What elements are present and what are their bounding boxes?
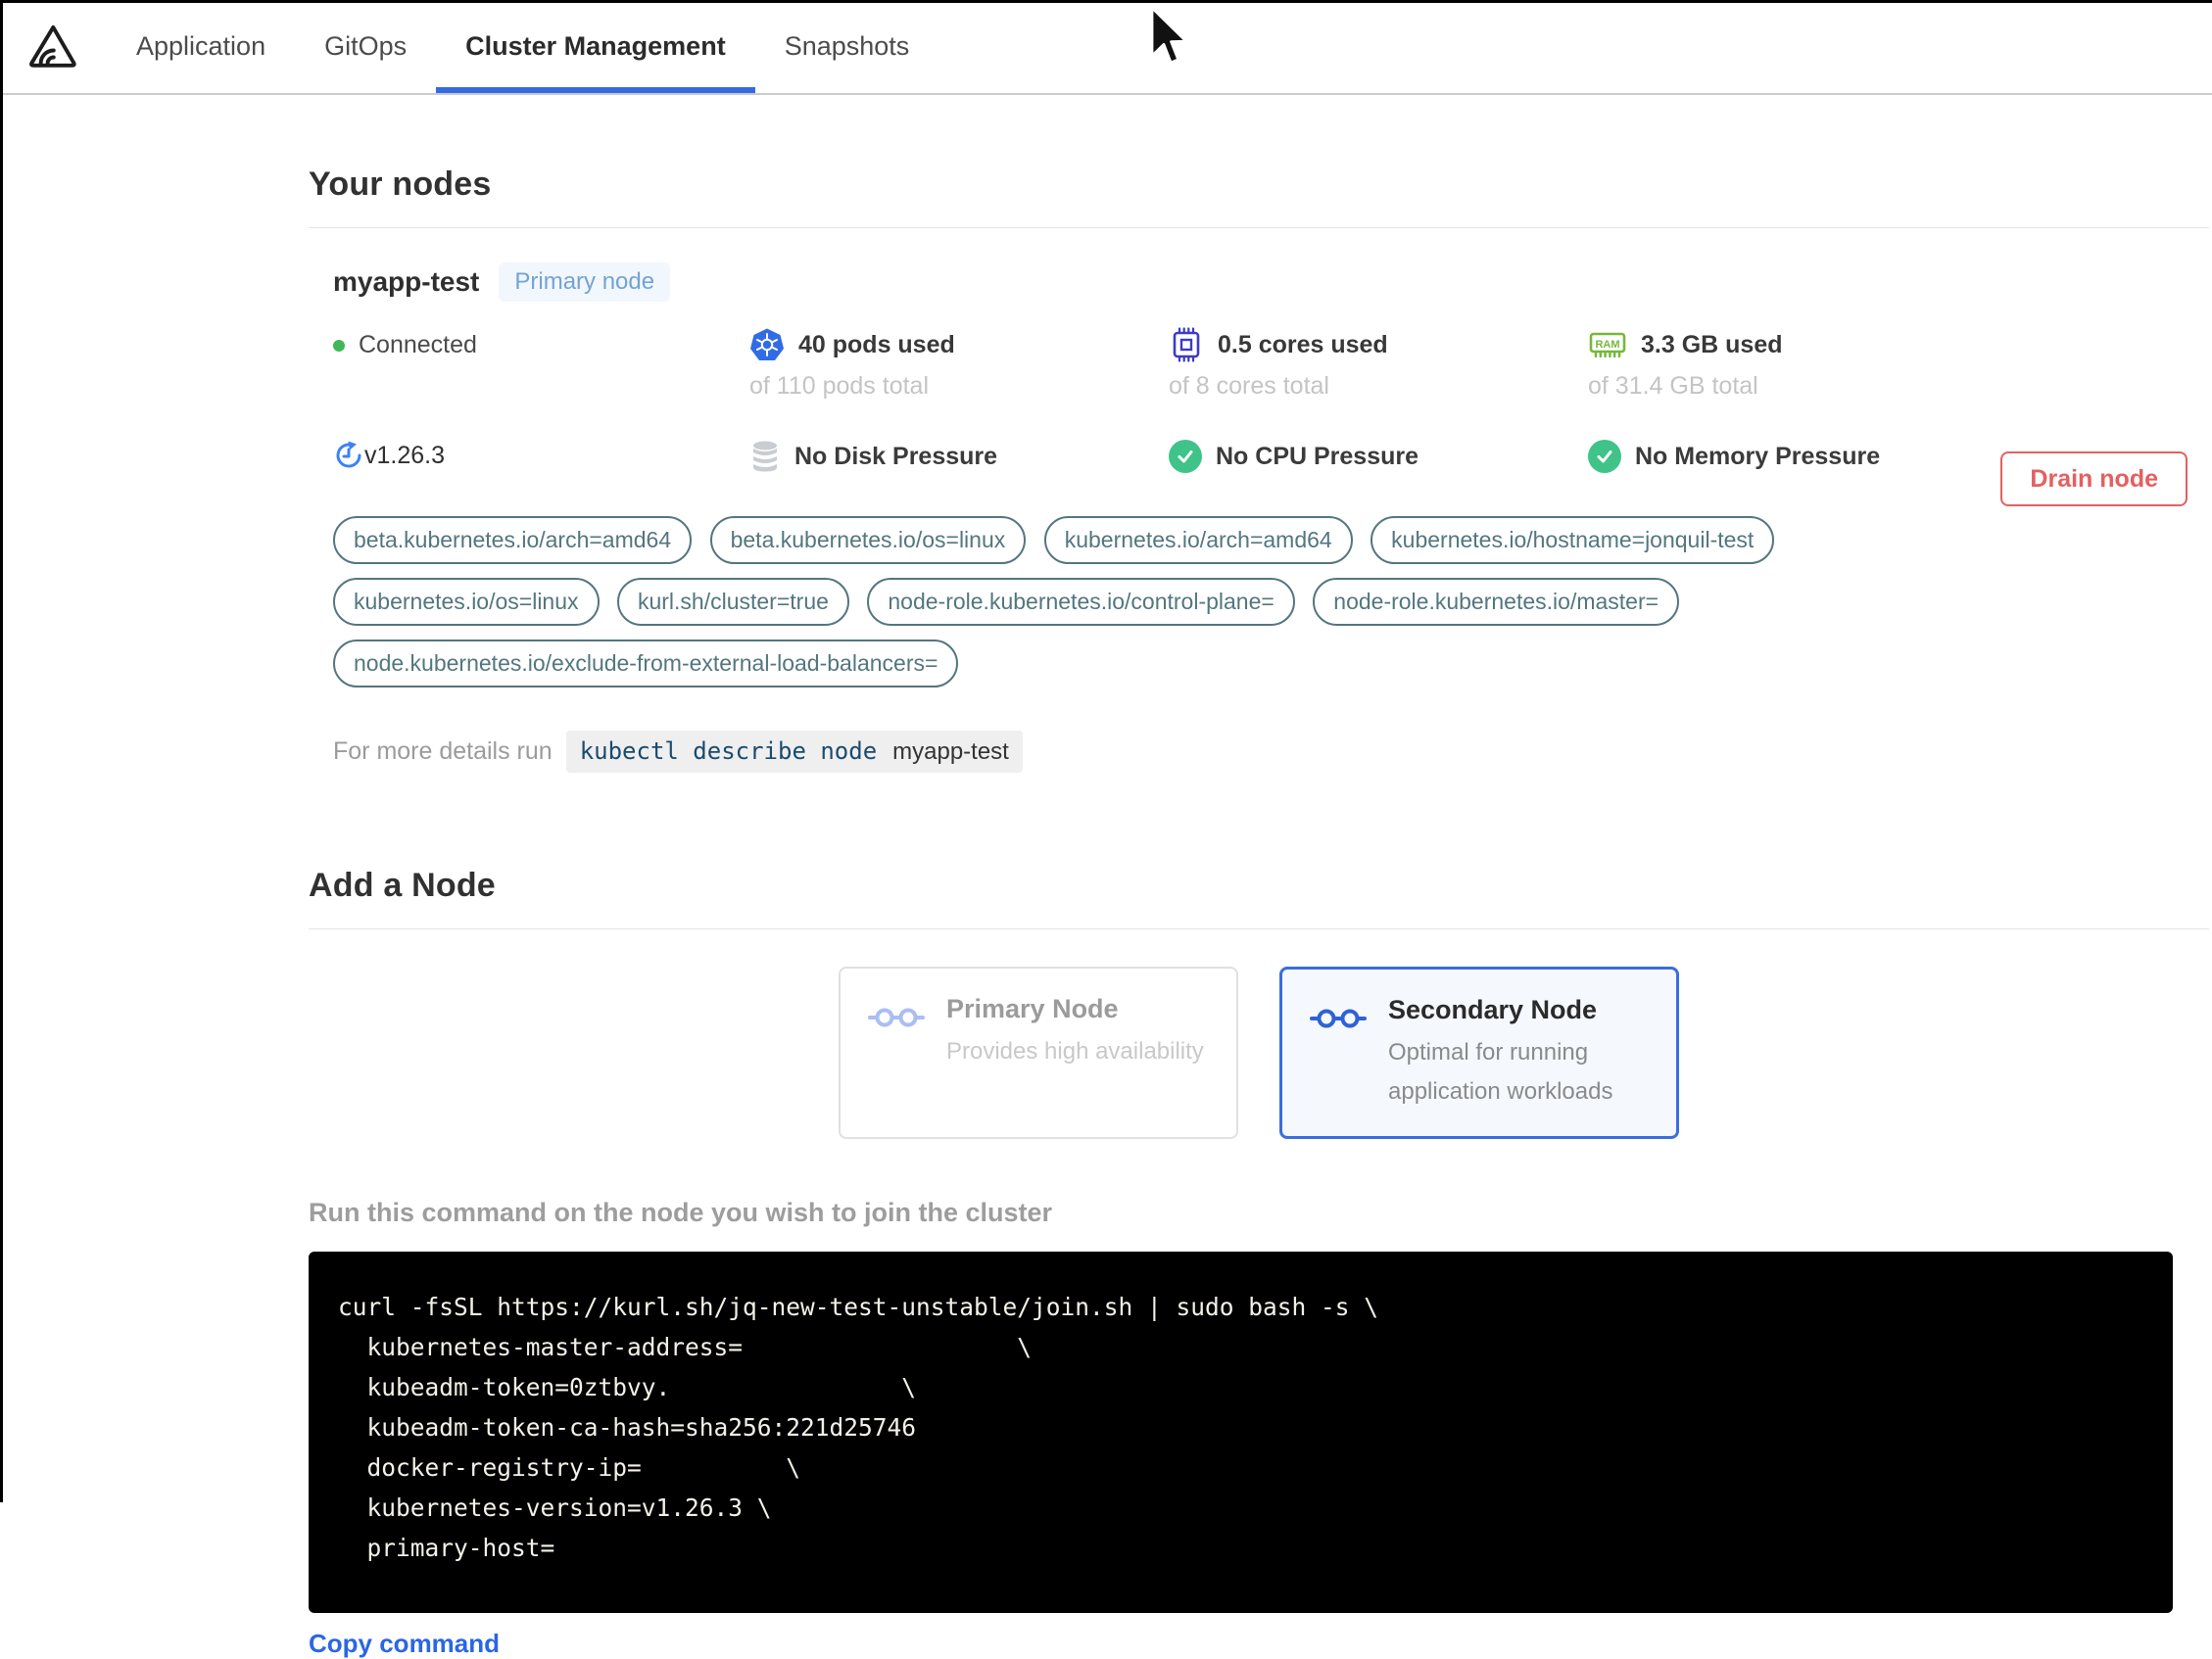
- pods-total: of 110 pods total: [749, 372, 930, 400]
- node-label-pill: beta.kubernetes.io/os=linux: [709, 516, 1027, 564]
- window-edge-left: [0, 0, 3, 1502]
- memory-total: of 31.4 GB total: [1588, 372, 1758, 400]
- disk-pressure-label: No Disk Pressure: [794, 442, 998, 470]
- memory-used-value: 3.3 GB used: [1641, 330, 1783, 358]
- nav-tabs: Application GitOps Cluster Management Sn…: [107, 0, 938, 93]
- drain-node-button[interactable]: Drain node: [2000, 451, 2188, 506]
- node-status: Connected: [333, 327, 749, 401]
- node-label-pill: kurl.sh/cluster=true: [616, 578, 849, 626]
- node-label-pill: node-role.kubernetes.io/master=: [1313, 578, 1680, 626]
- node-type-options: Primary Node Provides high availability: [309, 967, 2209, 1139]
- details-hint-text: For more details run: [333, 737, 553, 765]
- your-nodes-title: Your nodes: [309, 166, 492, 203]
- ram-icon: RAM: [1588, 327, 1627, 362]
- secondary-node-option[interactable]: Secondary Node Optimal for running appli…: [1279, 967, 1679, 1139]
- cpu-icon: [1169, 327, 1204, 362]
- node-label-pill: kubernetes.io/arch=amd64: [1043, 516, 1353, 564]
- pods-used-value: 40 pods used: [798, 330, 955, 358]
- cpu-pressure-condition: No CPU Pressure: [1169, 440, 1588, 473]
- join-command-instruction: Run this command on the node you wish to…: [309, 1198, 1053, 1227]
- disk-icon: [749, 440, 781, 473]
- version-label: v1.26.3: [364, 441, 446, 469]
- node-version: v1.26.3: [333, 440, 749, 473]
- primary-node-badge: Primary node: [499, 262, 671, 302]
- section-divider: [309, 928, 2209, 929]
- tab-gitops[interactable]: GitOps: [295, 0, 436, 93]
- kubectl-describe-chip: kubectl describe node myapp-test: [565, 731, 1023, 773]
- node-label-pill: beta.kubernetes.io/arch=amd64: [333, 516, 693, 564]
- connected-label: Connected: [359, 331, 477, 358]
- kurl-logo-icon[interactable]: [24, 0, 79, 93]
- cpu-pressure-label: No CPU Pressure: [1216, 442, 1419, 470]
- cores-stat: 0.5 cores used of 8 cores total: [1169, 327, 1588, 401]
- node-label-pill: kubernetes.io/hostname=jonquil-test: [1370, 516, 1775, 564]
- node-card-section: myapp-test Primary node Connected 40 pod…: [309, 228, 2209, 773]
- node-labels: beta.kubernetes.io/arch=amd64 beta.kuber…: [333, 516, 2209, 687]
- primary-node-option-description: Provides high availability: [946, 1038, 1204, 1065]
- pods-stat: 40 pods used of 110 pods total: [749, 327, 1169, 401]
- node-stats-grid: Connected 40 pods used of 110 pods total…: [333, 327, 2209, 473]
- node-label-pill: node.kubernetes.io/exclude-from-external…: [333, 640, 959, 687]
- disk-pressure-condition: No Disk Pressure: [749, 440, 1169, 473]
- top-navbar: Application GitOps Cluster Management Sn…: [0, 0, 2212, 95]
- secondary-node-option-description: Optimal for running application workload…: [1388, 1039, 1613, 1105]
- cores-total: of 8 cores total: [1169, 372, 1329, 400]
- kubernetes-icon: [749, 327, 785, 362]
- node-label-pill: node-role.kubernetes.io/control-plane=: [867, 578, 1295, 626]
- svg-text:RAM: RAM: [1595, 339, 1619, 351]
- check-icon: [1169, 440, 1202, 473]
- kurl-logo-svg: [29, 24, 76, 68]
- primary-node-option[interactable]: Primary Node Provides high availability: [839, 967, 1238, 1139]
- join-command-terminal: curl -fsSL https://kurl.sh/jq-new-test-u…: [309, 1252, 2173, 1613]
- tab-cluster-management[interactable]: Cluster Management: [436, 0, 755, 93]
- secondary-node-option-title: Secondary Node: [1388, 995, 1598, 1024]
- add-node-title: Add a Node: [309, 867, 496, 904]
- node-label-pill: kubernetes.io/os=linux: [333, 578, 600, 626]
- tab-application[interactable]: Application: [107, 0, 295, 93]
- node-link-icon: [868, 1004, 925, 1036]
- version-icon: [333, 440, 364, 471]
- connected-dot-icon: [333, 339, 345, 352]
- window-edge-top: [0, 0, 2212, 3]
- main-content: Your nodes myapp-test Primary node Conne…: [309, 95, 2209, 1659]
- node-name: myapp-test: [333, 266, 480, 297]
- primary-node-option-title: Primary Node: [946, 994, 1119, 1023]
- tab-snapshots[interactable]: Snapshots: [755, 0, 939, 93]
- cores-used-value: 0.5 cores used: [1218, 330, 1388, 358]
- kubectl-command-node-name: myapp-test: [892, 738, 1009, 765]
- copy-command-link[interactable]: Copy command: [309, 1629, 500, 1659]
- node-link-icon: [1310, 1005, 1367, 1037]
- memory-stat: RAM 3.3 GB used of 31.4 GB total: [1588, 327, 2209, 401]
- check-icon: [1588, 440, 1621, 473]
- memory-pressure-label: No Memory Pressure: [1635, 442, 1881, 470]
- kubectl-command-text: kubectl describe node: [579, 737, 878, 765]
